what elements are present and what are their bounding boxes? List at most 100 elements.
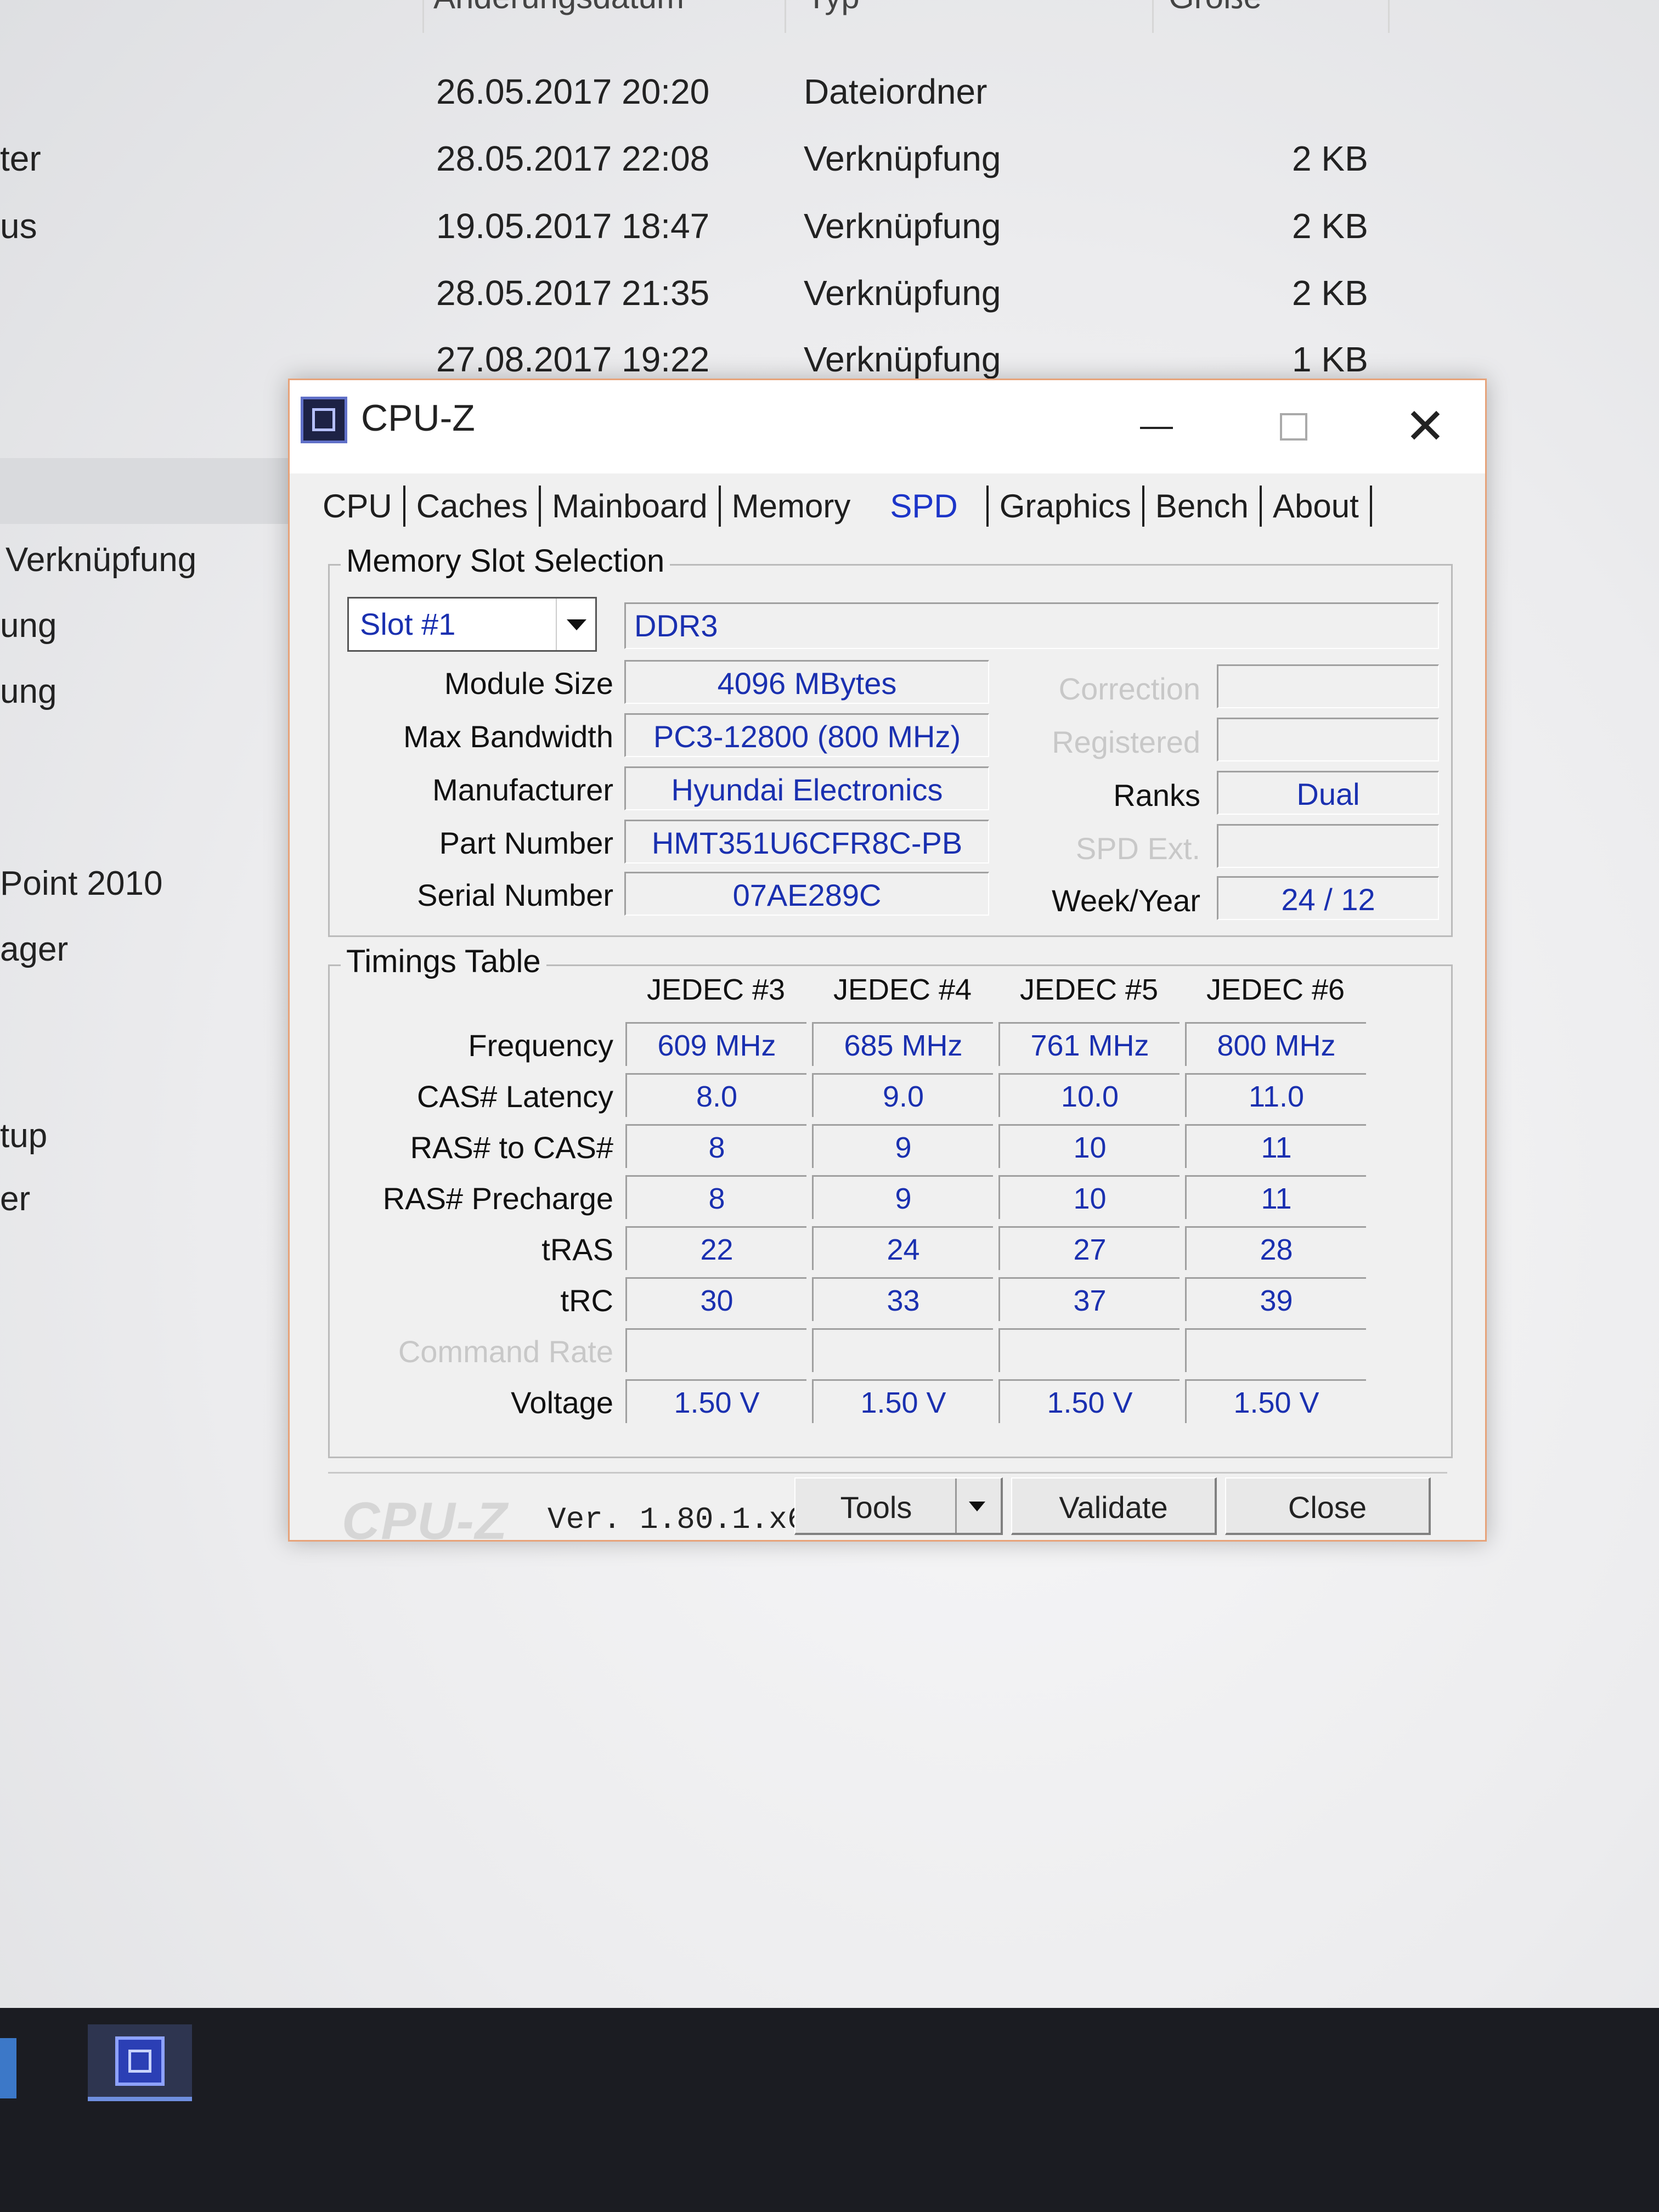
selected-row-highlight [0,458,291,524]
tab-memory[interactable]: Memory [721,486,862,527]
chevron-down-icon[interactable] [955,1479,1001,1533]
timing-row-label: Frequency [468,1028,613,1063]
week-year-value: 24 / 12 [1217,876,1439,920]
validate-button[interactable]: Validate [1011,1477,1217,1535]
timing-cell: 9 [812,1175,993,1219]
side-item[interactable]: Verknüpfung [5,540,196,579]
spd-ext-value [1217,824,1439,868]
timing-header: JEDEC #4 [833,973,972,1006]
minimize-button[interactable] [1126,397,1187,457]
cpuz-logo-text: CPU-Z [342,1492,509,1550]
slot-select[interactable]: Slot #1 [347,597,597,652]
registered-label: Registered [1052,725,1200,759]
timing-header: JEDEC #5 [1019,973,1159,1006]
file-type: Dateiordner [804,72,988,111]
side-item[interactable]: ung [0,672,57,711]
file-size: 1 KB [1292,340,1368,379]
timing-cell: 800 MHz [1185,1022,1366,1066]
max-bandwidth-value: PC3-12800 (800 MHz) [624,713,989,757]
timing-row-label: tRC [560,1283,613,1318]
timing-cell: 1.50 V [625,1379,806,1423]
column-header-date[interactable]: Änderungsdatum [433,0,684,16]
tab-caches[interactable]: Caches [405,486,541,527]
timing-cell: 8 [625,1124,806,1168]
file-date: 19.05.2017 18:47 [436,206,710,246]
cpuz-window: CPU-Z ✕ CPU Caches Mainboard Memory SPD … [288,379,1487,1550]
taskbar-app-icon[interactable] [0,2038,16,2098]
slot-select-value: Slot #1 [360,607,456,641]
timing-row-label: Voltage [511,1385,613,1420]
tab-spd[interactable]: SPD [861,486,989,527]
timing-cell: 1.50 V [812,1379,993,1423]
tools-button[interactable]: Tools [794,1477,1003,1535]
spd-ext-label: SPD Ext. [1075,831,1200,866]
timing-cell [998,1328,1180,1372]
timing-cell: 8 [625,1175,806,1219]
chevron-down-icon[interactable] [556,599,595,650]
timing-cell: 9.0 [812,1073,993,1117]
taskbar [0,2008,1659,2212]
file-row[interactable]: 26.05.2017 20:20 Dateiordner [0,71,1659,137]
title-bar[interactable]: CPU-Z ✕ [290,380,1485,473]
column-header-type[interactable]: Typ [806,0,860,16]
timing-cell: 24 [812,1226,993,1270]
memory-type-field: DDR3 [624,602,1439,649]
tab-about[interactable]: About [1262,486,1372,527]
timing-cell: 685 MHz [812,1022,993,1066]
side-item[interactable]: tup [0,1116,47,1155]
timing-cell: 10 [998,1175,1180,1219]
file-name: ter [0,139,41,178]
timing-cell: 30 [625,1277,806,1321]
footer-divider [328,1472,1447,1474]
tab-cpu[interactable]: CPU [312,486,405,527]
column-separator [422,0,424,33]
side-item[interactable]: ager [0,930,68,969]
tab-graphics[interactable]: Graphics [989,486,1144,527]
timing-cell: 39 [1185,1277,1366,1321]
ranks-label: Ranks [1113,778,1200,812]
timing-cell: 11 [1185,1175,1366,1219]
timing-cell: 1.50 V [1185,1379,1366,1423]
timing-row-label: tRAS [541,1232,613,1267]
file-date: 27.08.2017 19:22 [436,340,710,379]
column-separator [785,0,786,33]
file-type: Verknüpfung [804,139,1001,178]
timing-row-label: CAS# Latency [417,1079,613,1114]
timing-cell: 11 [1185,1124,1366,1168]
window-title: CPU-Z [361,397,475,439]
cpu-chip-icon [301,397,347,443]
side-item[interactable]: ung [0,606,57,645]
close-button[interactable]: Close [1225,1477,1431,1535]
serial-number-label: Serial Number [417,878,613,912]
file-size: 2 KB [1292,139,1368,178]
timing-header: JEDEC #6 [1206,973,1345,1006]
module-size-value: 4096 MBytes [624,660,989,704]
timing-cell [812,1328,993,1372]
timing-cell [625,1328,806,1372]
timing-cell: 28 [1185,1226,1366,1270]
file-row[interactable]: us 19.05.2017 18:47 Verknüpfung 2 KB [0,206,1659,272]
tools-button-label: Tools [840,1490,912,1525]
file-type: Verknüpfung [804,340,1001,379]
ranks-value: Dual [1217,771,1439,815]
file-size: 2 KB [1292,273,1368,313]
manufacturer-value: Hyundai Electronics [624,766,989,810]
maximize-button[interactable] [1263,397,1324,457]
file-row[interactable]: ter 28.05.2017 22:08 Verknüpfung 2 KB [0,138,1659,204]
file-date: 26.05.2017 20:20 [436,72,710,111]
tab-bench[interactable]: Bench [1144,486,1262,527]
side-item[interactable]: Point 2010 [0,864,162,903]
tab-mainboard[interactable]: Mainboard [541,486,721,527]
column-header-size[interactable]: Größe [1169,0,1262,16]
side-item[interactable]: er [0,1180,30,1218]
close-icon[interactable]: ✕ [1395,397,1455,457]
timing-cell: 11.0 [1185,1073,1366,1117]
module-size-label: Module Size [444,666,613,701]
taskbar-cpuz-button[interactable] [88,2024,192,2101]
timing-cell [1185,1328,1366,1372]
file-row[interactable]: 28.05.2017 21:35 Verknüpfung 2 KB [0,273,1659,338]
version-text: Ver. 1.80.1.x64 [548,1502,825,1537]
tab-bar: CPU Caches Mainboard Memory SPD Graphics… [312,479,1372,534]
correction-label: Correction [1058,672,1200,706]
timing-cell: 609 MHz [625,1022,806,1066]
